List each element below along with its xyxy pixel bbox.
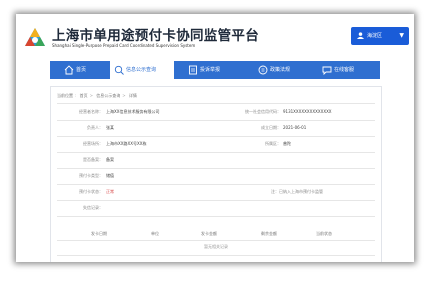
divider bbox=[57, 120, 375, 121]
nav-item-label: 信息公示查询 bbox=[126, 67, 157, 73]
empty-state-text: 暂无相关记录 bbox=[204, 244, 228, 249]
main-nav: 首页 信息公示查询 投诉举报 政策法规 在线客服 bbox=[50, 61, 380, 79]
divider bbox=[57, 240, 375, 241]
nav-item-policy[interactable]: 政策法规 bbox=[258, 61, 310, 79]
nav-item-label: 在线客服 bbox=[334, 67, 355, 73]
column-header: 发卡日期 bbox=[91, 231, 107, 236]
status-value: 正常 bbox=[106, 189, 114, 194]
nav-item-label: 政策法规 bbox=[270, 67, 291, 73]
nav-item-info-query[interactable]: 信息公示查询 bbox=[110, 61, 174, 79]
column-header: 剩余金额 bbox=[261, 231, 277, 236]
field-label: 成立日期： bbox=[261, 125, 281, 130]
nav-item-label: 投诉举报 bbox=[200, 67, 221, 73]
table-header: 发卡日期 单位 发卡金额 剩余金额 当前状态 bbox=[51, 229, 381, 239]
chevron-down-icon: ▼ bbox=[399, 32, 404, 39]
field-label: 统一社会信用代码： bbox=[245, 109, 281, 114]
search-person-icon bbox=[114, 65, 124, 75]
field-label: 所属区： bbox=[265, 141, 281, 146]
divider bbox=[57, 136, 375, 137]
column-header: 单位 bbox=[151, 231, 159, 236]
field-value: 备案 bbox=[106, 157, 114, 162]
field-value: 普陀 bbox=[283, 141, 291, 146]
field-value: 储值 bbox=[106, 173, 114, 178]
home-icon bbox=[64, 65, 74, 75]
document-icon bbox=[189, 65, 197, 75]
divider bbox=[57, 103, 375, 104]
field-value: 9131XXXXXXXXXXXXXX bbox=[283, 109, 332, 114]
logo-icon bbox=[25, 28, 45, 46]
field-label: 负责人： bbox=[87, 125, 103, 130]
field-label: 经营场所： bbox=[83, 141, 103, 146]
field-label: 是否备案： bbox=[83, 157, 103, 162]
user-label: 海淀区 bbox=[367, 33, 383, 39]
breadcrumb-link-home[interactable]: 首页 bbox=[80, 93, 88, 98]
divider bbox=[57, 168, 375, 169]
divider bbox=[57, 152, 375, 153]
field-value: 上海市XX路XX号XX栋 bbox=[106, 141, 147, 146]
column-header: 发卡金额 bbox=[201, 231, 217, 236]
breadcrumb: 当前位置: 首页 > 信息公示查询 > 详情 bbox=[57, 93, 137, 98]
divider bbox=[57, 200, 375, 201]
browser-window: 上海市单用途预付卡协同监管平台 Shanghai Single-Purpose … bbox=[16, 14, 414, 262]
nav-item-support[interactable]: 在线客服 bbox=[322, 61, 374, 79]
page-title: 上海市单用途预付卡协同监管平台 bbox=[52, 28, 259, 44]
breadcrumb-link-query[interactable]: 信息公示查询 bbox=[96, 93, 120, 98]
supervision-note: 注：已纳入上海市预付卡监管 bbox=[271, 189, 323, 194]
field-label: 预付卡类型： bbox=[79, 173, 103, 178]
field-value: 张某 bbox=[106, 125, 114, 130]
divider bbox=[57, 255, 375, 256]
detail-panel: 当前位置: 首页 > 信息公示查询 > 详情 经营者名称： 上海XX信息技术服务有限… bbox=[50, 86, 382, 262]
field-label: 经营者名称： bbox=[79, 109, 103, 114]
divider bbox=[57, 216, 375, 217]
nav-item-home[interactable]: 首页 bbox=[64, 61, 104, 79]
field-label: 预付卡状态： bbox=[79, 189, 103, 194]
column-header: 当前状态 bbox=[316, 231, 332, 236]
field-value: 上海XX信息技术服务有限公司 bbox=[106, 109, 160, 114]
breadcrumb-current: 详情 bbox=[128, 93, 137, 98]
field-label: 失信记录： bbox=[83, 205, 103, 210]
chat-icon bbox=[322, 66, 332, 75]
nav-item-label: 首页 bbox=[76, 67, 87, 73]
page-subtitle: Shanghai Single-Purpose Prepaid Card Coo… bbox=[52, 43, 196, 48]
nav-item-complaint[interactable]: 投诉举报 bbox=[188, 61, 238, 79]
book-icon bbox=[258, 65, 268, 75]
breadcrumb-prefix: 当前位置 bbox=[57, 93, 73, 98]
user-menu-button[interactable]: 海淀区 ▼ bbox=[351, 27, 409, 45]
divider bbox=[57, 184, 375, 185]
field-value: 2021-06-01 bbox=[283, 125, 307, 130]
user-icon bbox=[357, 27, 364, 47]
